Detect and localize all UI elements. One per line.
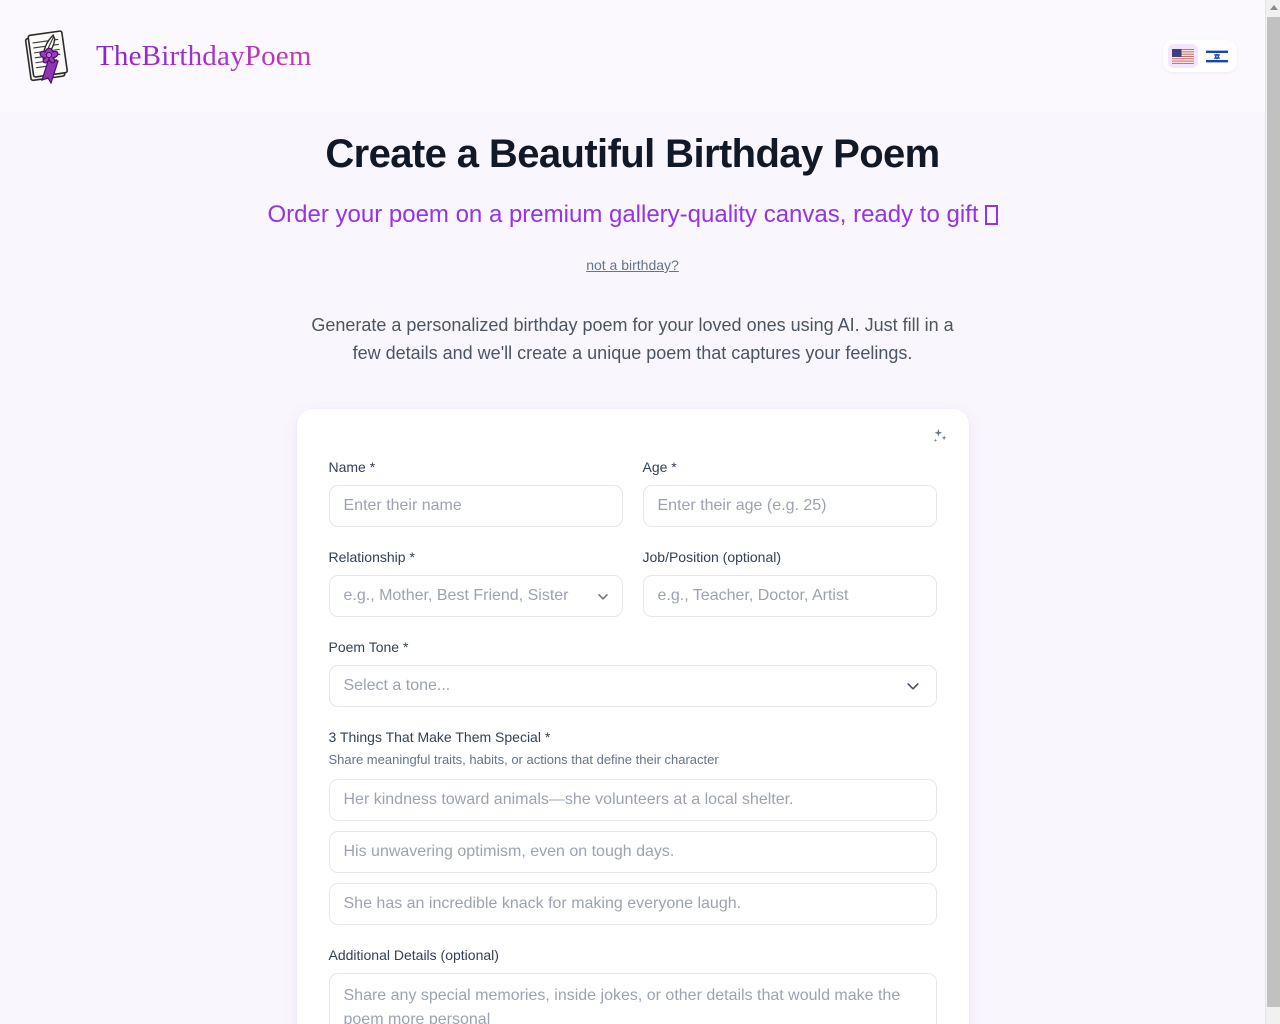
label-relationship: Relationship * [328,549,415,565]
label-poem-tone: Poem Tone * [328,639,409,655]
hero-subtitle-text: Order your poem on a premium gallery-qua… [267,201,979,228]
page-root: TheBirthdayPoem Create a Beautiful Birth… [0,0,1265,1024]
hero-subtitle: Order your poem on a premium gallery-qua… [0,200,1265,230]
hero-section: Create a Beautiful Birthday Poem Order y… [0,112,1265,367]
triangle-up-icon [1269,5,1278,10]
form-row-name-age: Name * Age * [328,437,937,527]
label-name: Name * [328,459,376,475]
label-special-things: 3 Things That Make Them Special * [328,729,551,745]
hero-description: Generate a personalized birthday poem fo… [311,315,954,363]
sparkles-icon[interactable] [931,427,949,445]
field-job: Job/Position (optional) [642,547,937,617]
field-relationship: Relationship * [328,547,623,617]
relationship-combobox[interactable] [328,575,623,617]
special-things-inputs [328,779,937,925]
field-poem-tone: Poem Tone * Select a tone... [328,637,937,707]
not-a-birthday-link[interactable]: not a birthday? [586,256,679,274]
language-switcher[interactable] [1163,40,1237,72]
site-header: TheBirthdayPoem [0,0,1265,112]
field-name: Name * [328,457,623,527]
label-age: Age * [642,459,677,475]
israel-flag-icon [1206,48,1228,64]
scrollbar-thumb[interactable] [1267,17,1280,1007]
language-button-he[interactable] [1202,44,1232,68]
label-job: Job/Position (optional) [642,549,782,565]
name-input[interactable] [328,485,623,527]
poem-scroll-ribbon-logo-icon [18,28,78,85]
help-special-things: Share meaningful traits, habits, or acti… [328,752,719,767]
page-scrollbar[interactable] [1265,0,1280,1024]
poem-tone-select[interactable]: Select a tone... [328,665,937,707]
special-thing-input-2[interactable] [328,831,937,873]
form-row-relationship-job: Relationship * Job/Position (optional) [328,527,937,617]
brand-link[interactable]: TheBirthdayPoem [18,28,312,85]
special-thing-input-3[interactable] [328,883,937,925]
field-special-things: 3 Things That Make Them Special * Share … [328,727,937,925]
scrollbar-up-button[interactable] [1266,0,1280,15]
page-title: Create a Beautiful Birthday Poem [325,132,940,176]
label-additional-details: Additional Details (optional) [328,947,499,963]
language-button-en[interactable] [1168,44,1198,68]
additional-details-textarea[interactable] [328,973,937,1024]
us-flag-icon [1172,48,1194,64]
field-age: Age * [642,457,937,527]
poem-tone-selected-value[interactable]: Select a tone... [328,665,937,707]
age-input[interactable] [642,485,937,527]
field-additional-details: Additional Details (optional) [328,945,937,1024]
form-card-wrapper: Name * Age * Relationship * [0,409,1265,1024]
relationship-input[interactable] [328,575,623,617]
missing-emoji-box-icon [984,205,998,225]
brand-title: TheBirthdayPoem [96,39,312,72]
special-thing-input-1[interactable] [328,779,937,821]
job-input[interactable] [642,575,937,617]
poem-form-card: Name * Age * Relationship * [296,409,969,1024]
